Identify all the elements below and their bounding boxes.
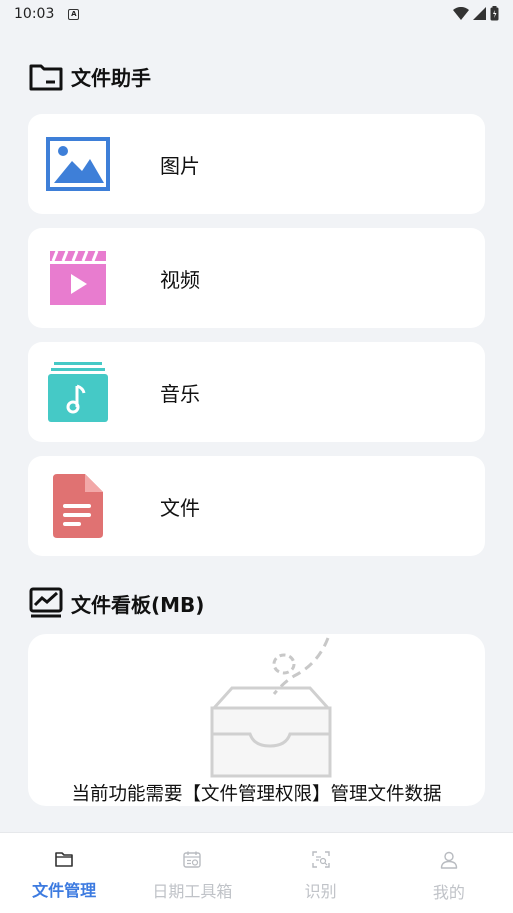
files-section-label: 文件助手 bbox=[71, 66, 151, 90]
tab-me[interactable]: 我的 bbox=[385, 833, 513, 913]
document-icon bbox=[53, 474, 103, 538]
wifi-icon bbox=[453, 7, 469, 20]
status-bar: 10:03 A bbox=[0, 0, 513, 28]
music-card-label: 音乐 bbox=[160, 381, 200, 406]
video-card[interactable]: 视频 bbox=[28, 228, 485, 328]
music-icon bbox=[48, 362, 108, 422]
image-card[interactable]: 图片 bbox=[28, 114, 485, 214]
tab-date-toolbox[interactable]: 日期工具箱 bbox=[128, 833, 256, 913]
document-card-label: 文件 bbox=[160, 495, 200, 520]
tab-me-label: 我的 bbox=[432, 883, 465, 902]
chart-board-icon bbox=[29, 587, 63, 618]
image-card-label: 图片 bbox=[160, 153, 200, 178]
status-indicators bbox=[453, 6, 499, 21]
empty-state-message: 当前功能需要【文件管理权限】管理文件数据 bbox=[71, 784, 442, 805]
empty-tray-icon bbox=[210, 637, 332, 778]
notification-icon: A bbox=[68, 8, 80, 20]
document-card[interactable]: 文件 bbox=[28, 456, 485, 556]
video-icon bbox=[50, 250, 106, 305]
signal-icon bbox=[473, 7, 486, 20]
user-icon bbox=[440, 851, 458, 869]
folder-outline-icon bbox=[29, 64, 63, 90]
image-icon bbox=[46, 137, 110, 191]
video-card-label: 视频 bbox=[160, 267, 200, 292]
file-board-card: 当前功能需要【文件管理权限】管理文件数据 bbox=[28, 634, 485, 806]
tab-file-manager-label: 文件管理 bbox=[32, 881, 97, 900]
status-time: 10:03 bbox=[14, 6, 55, 22]
music-card[interactable]: 音乐 bbox=[28, 342, 485, 442]
folder-icon bbox=[55, 852, 73, 867]
calendar-icon bbox=[183, 851, 202, 868]
tab-date-toolbox-label: 日期工具箱 bbox=[152, 882, 233, 901]
board-section-title: 文件看板(MB) bbox=[29, 587, 204, 619]
tab-recognize[interactable]: 识别 bbox=[257, 833, 385, 913]
board-section-label: 文件看板(MB) bbox=[71, 592, 205, 617]
battery-icon bbox=[490, 6, 499, 21]
bottom-tab-bar: 文件管理 日期工具箱 识别 我的 bbox=[0, 832, 513, 913]
tab-recognize-label: 识别 bbox=[304, 882, 337, 901]
scan-icon bbox=[311, 851, 330, 868]
files-section-title: 文件助手 bbox=[29, 62, 151, 91]
tab-file-manager[interactable]: 文件管理 bbox=[0, 833, 128, 913]
